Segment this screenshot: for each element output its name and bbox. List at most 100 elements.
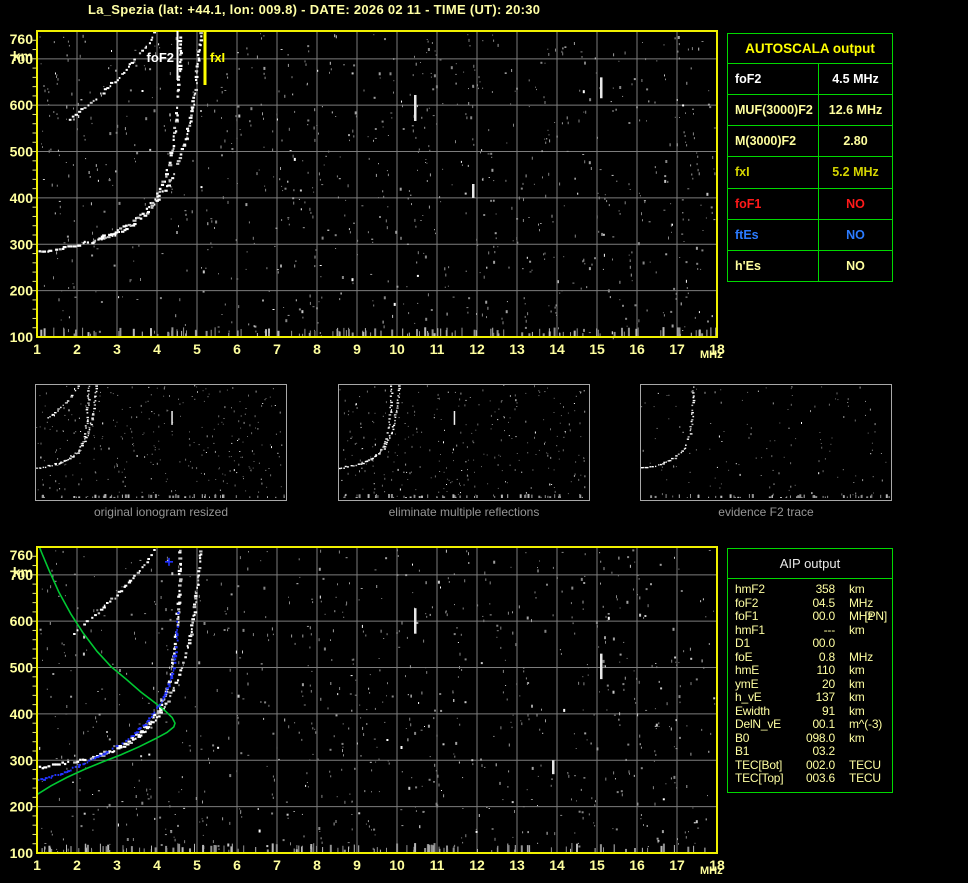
aip-row: h_vE 137 km [728,690,892,705]
svg-text:13: 13 [509,341,525,357]
svg-text:fxI: fxI [210,50,225,65]
svg-text:km: km [13,48,33,64]
aip-val: 00.0 [812,609,835,623]
svg-text:MHz: MHz [700,349,723,361]
autoscala-label: M(3000)F2 [728,126,819,157]
autoscala-row-fxi: fxI 5.2 MHz [728,157,892,189]
aip-val: 03.2 [812,744,835,758]
svg-text:400: 400 [10,706,34,722]
aip-val: 003.6 [805,771,835,785]
svg-text:11: 11 [430,857,445,873]
aip-unit: TECU [849,771,881,785]
svg-text:500: 500 [10,144,34,160]
svg-text:300: 300 [10,752,34,768]
autoscala-label: foF1 [728,188,819,219]
svg-text:foF2: foF2 [147,50,174,65]
bottom-ionogram-plot: 760700600500400300200100km1 2 3 4 5 6 7 8 9 10 11 1… [10,546,725,877]
autoscala-label: h'Es [728,250,819,281]
aip-unit: km [849,663,865,677]
svg-text:12: 12 [469,341,485,357]
aip-val: 002.0 [805,757,835,772]
autoscala-value: 4.5 MHz [832,72,879,87]
svg-text:9: 9 [353,857,361,873]
aip-name: hmF1 [735,622,765,637]
autoscala-value: 5.2 MHz [832,165,879,180]
aip-val: 137 [815,690,836,704]
aip-row: TEC[Top] 003.6 TECU [728,771,892,786]
aip-extra: [PN] [864,609,887,623]
aip-val: 91 [822,703,835,718]
aip-row: foF2 04.5 MHz [728,595,892,611]
svg-text:14: 14 [549,857,565,873]
svg-text:600: 600 [10,613,34,629]
autoscala-label: ftEs [728,219,819,250]
thumbnail-caption-reflections: eliminate multiple reflections [388,505,540,519]
aip-row: DelN_vE 00.1 m^(-3) [728,717,892,732]
autoscala-table-title: AUTOSCALA output [728,34,892,64]
autoscala-value: NO [846,227,865,242]
aip-val: 098.0 [805,730,835,745]
aip-name: B0 [735,730,750,745]
autoscala-label: MUF(3000)F2 [728,95,819,126]
aip-row: ymE 20 km [728,676,892,692]
svg-text:MHz: MHz [700,865,723,877]
svg-text:14: 14 [549,341,565,357]
aip-name: h_vE [735,690,762,704]
svg-text:3: 3 [113,341,121,357]
autoscala-output-table: AUTOSCALA output foF2 4.5 MHz MUF(3000)F… [727,33,893,282]
svg-text:1: 1 [33,341,41,357]
autoscala-value: NO [846,196,865,211]
svg-text:2: 2 [73,857,81,873]
aip-row: B1 03.2 [728,744,892,759]
autoscala-row-hes: h'Es NO [728,250,892,281]
aip-name: foF1 [735,609,759,623]
aip-unit: km [849,690,865,704]
aip-name: hmF2 [735,582,765,596]
svg-text:7: 7 [273,341,281,357]
autoscala-row-muf3000f2: MUF(3000)F2 12.6 MHz [728,95,892,127]
svg-text:4: 4 [153,341,161,357]
svg-text:12: 12 [469,857,485,873]
svg-text:15: 15 [589,341,605,357]
top-ionogram-plot: foF2 fxI760700600500400300200100km1 2 3 4 5 6 7… [10,30,725,361]
aip-rows-container: hmF2 358 km foF2 04.5 MHz foF1 00.0 MHz [PN] hmF1-… [728,582,892,786]
thumbnail-eliminate-reflections [338,384,590,501]
svg-text:1: 1 [33,857,41,873]
aip-val: 20 [822,676,835,691]
aip-row: hmF2 358 km [728,582,892,597]
svg-text:15: 15 [589,857,605,873]
svg-text:760: 760 [10,31,34,47]
svg-text:8: 8 [313,341,321,357]
autoscala-row-fof2: foF2 4.5 MHz [728,64,892,96]
aip-unit: TECU [849,757,881,772]
autoscala-value: 12.6 MHz [828,103,883,118]
svg-text:8: 8 [313,857,321,873]
svg-text:6: 6 [233,857,241,873]
svg-text:10: 10 [389,341,405,357]
aip-name: B1 [735,744,750,758]
aip-val: 00.0 [812,636,835,650]
svg-text:17: 17 [669,857,685,873]
svg-text:100: 100 [10,845,34,861]
autoscala-value: NO [846,258,865,273]
autoscala-label: fxI [728,157,819,188]
svg-text:16: 16 [629,857,645,873]
aip-name: foF2 [735,595,759,610]
aip-unit: MHz [849,649,874,664]
aip-row: foE 0.8 MHz [728,649,892,665]
svg-text:17: 17 [669,341,685,357]
aip-val: 00.1 [812,717,835,731]
aip-name: TEC[Top] [735,771,784,785]
aip-row: hmE 110 km [728,663,892,678]
aip-val: 110 [816,663,835,677]
autoscala-label: foF2 [728,64,819,95]
autoscala-value: 2.80 [843,134,868,149]
svg-text:9: 9 [353,341,361,357]
svg-text:5: 5 [193,857,201,873]
svg-text:5: 5 [193,341,201,357]
svg-text:16: 16 [629,341,645,357]
svg-text:200: 200 [10,799,34,815]
svg-text:6: 6 [233,341,241,357]
svg-text:10: 10 [389,857,405,873]
aip-row: Ewidth 91 km [728,703,892,719]
